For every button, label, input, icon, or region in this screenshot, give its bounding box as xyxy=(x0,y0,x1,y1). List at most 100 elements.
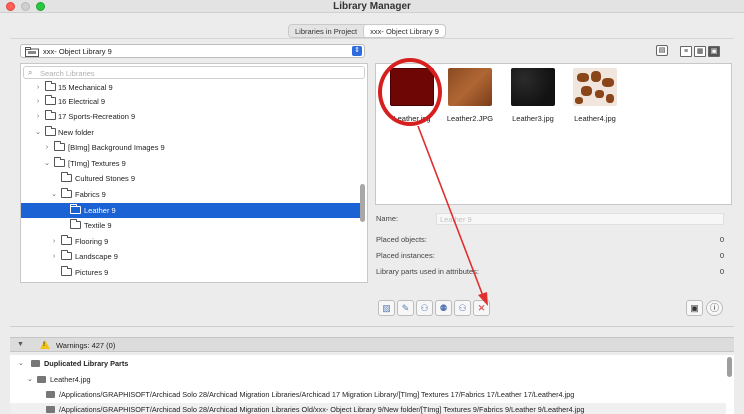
library-select[interactable]: xxx- Object Library 9 ⇕ xyxy=(20,44,365,58)
folder-icon xyxy=(70,219,81,229)
divider xyxy=(10,326,734,327)
detail-label: Placed instances: xyxy=(376,251,435,260)
save-icon[interactable]: ▣ xyxy=(686,300,703,316)
library-select-value: xxx- Object Library 9 xyxy=(43,47,112,56)
info-icon[interactable]: ⓘ xyxy=(706,300,723,316)
tree-item[interactable]: › 15 Mechanical 9 xyxy=(21,80,361,95)
tree-item[interactable]: › Landscape 9 xyxy=(21,249,361,264)
tree-item-selected[interactable]: Leather 9 xyxy=(21,203,361,218)
add-image-icon[interactable]: ▨ xyxy=(378,300,395,316)
library-part-toolbar: ▨ ✎ ⚇ ⚉ ⚇ ✕ xyxy=(378,300,490,316)
list-view-icon[interactable]: ≡ xyxy=(680,46,692,57)
folder-icon xyxy=(54,157,65,167)
preview-view-icon[interactable]: ▣ xyxy=(708,46,720,57)
chevron-right-icon[interactable]: › xyxy=(34,80,42,95)
list-item[interactable]: /Applications/GRAPHISOFT/Archicad Solo 2… xyxy=(10,403,726,414)
tab-bar: Libraries in Project xxx- Object Library… xyxy=(288,24,446,38)
detail-placed-objects-row: Placed objects: 0 xyxy=(376,234,728,246)
tree-item[interactable]: › 17 Sports-Recreation 9 xyxy=(21,109,361,124)
detail-label: Name: xyxy=(376,214,399,223)
library-tree-panel: ⌕ Search Libraries › 15 Mechanical 9 › 1… xyxy=(20,63,368,283)
people-icon[interactable]: ⚉ xyxy=(435,300,452,316)
detail-value: 0 xyxy=(719,235,724,244)
chevron-down-icon[interactable]: ⌄ xyxy=(27,373,33,387)
tree-item-label: Fabrics 9 xyxy=(75,190,106,199)
thumbnail-label: Leather2.JPG xyxy=(446,114,494,123)
chevron-right-icon[interactable]: › xyxy=(34,109,42,124)
folder-icon xyxy=(45,95,56,105)
chevron-down-icon[interactable]: ⌄ xyxy=(50,187,58,202)
name-field[interactable]: Leather 9 xyxy=(436,213,724,225)
tree-item[interactable]: ⌄ Fabrics 9 xyxy=(21,187,361,202)
divider xyxy=(10,38,734,39)
tree-item-label: 17 Sports-Recreation 9 xyxy=(58,112,136,121)
thumbnail-label: Leather3.jpg xyxy=(512,114,554,123)
library-part-icon xyxy=(46,406,55,413)
detail-label: Placed objects: xyxy=(376,235,427,244)
person-add-icon[interactable]: ⚇ xyxy=(416,300,433,316)
folder-icon xyxy=(70,204,81,214)
tree-item-label: Leather 9 xyxy=(84,206,116,215)
thumbnail-leather2[interactable]: Leather2.JPG xyxy=(440,68,500,123)
warnings-count: Warnings: 427 (0) xyxy=(56,341,116,350)
folder-icon xyxy=(61,172,72,182)
tree-item-label: Textile 9 xyxy=(84,221,112,230)
folder-icon xyxy=(54,141,65,151)
tree-item[interactable]: ⌄ [TImg] Textures 9 xyxy=(21,156,361,171)
title-bar: Library Manager xyxy=(0,0,744,13)
edit-image-icon[interactable]: ✎ xyxy=(397,300,414,316)
texture-preview-image xyxy=(448,68,492,106)
chevron-down-icon[interactable]: ⌄ xyxy=(18,357,24,371)
warnings-header[interactable]: ▼ ! Warnings: 427 (0) xyxy=(10,337,734,352)
delete-icon[interactable]: ✕ xyxy=(473,300,490,316)
tree-item[interactable]: ⌄ New folder xyxy=(21,125,361,140)
search-icon: ⌕ xyxy=(28,68,33,77)
tree-item-label: 16 Electrical 9 xyxy=(58,97,106,106)
chevron-right-icon[interactable]: › xyxy=(34,94,42,109)
tree-item[interactable]: › [BImg] Background Images 9 xyxy=(21,140,361,155)
chevron-down-icon[interactable]: ⌄ xyxy=(43,156,51,171)
tree-item-label: Landscape 9 xyxy=(75,252,118,261)
warning-section-label: Duplicated Library Parts xyxy=(44,359,129,368)
tab-libraries-in-project[interactable]: Libraries in Project xyxy=(289,25,363,37)
folder-icon xyxy=(45,81,56,91)
person-remove-icon[interactable]: ⚇ xyxy=(454,300,471,316)
search-field[interactable]: ⌕ Search Libraries xyxy=(23,66,365,79)
detail-attributes-row: Library parts used in attributes: 0 xyxy=(376,266,728,278)
tree-item[interactable]: › Flooring 9 xyxy=(21,234,361,249)
detail-placed-instances-row: Placed instances: 0 xyxy=(376,250,728,262)
tree-item[interactable]: Pictures 9 xyxy=(21,265,361,280)
thumbnail-leather4[interactable]: Leather4.jpg xyxy=(565,68,625,123)
folder-icon xyxy=(61,235,72,245)
list-item[interactable]: ⌄ Duplicated Library Parts xyxy=(10,357,726,371)
tree-item-label: [TImg] Textures 9 xyxy=(68,159,126,168)
chevron-updown-icon[interactable]: ⇕ xyxy=(352,46,362,56)
chevron-right-icon[interactable]: › xyxy=(50,249,58,264)
library-part-icon xyxy=(37,376,46,383)
tree-item-label: 15 Mechanical 9 xyxy=(58,83,113,92)
library-manager-window: Library Manager Libraries in Project xxx… xyxy=(0,0,744,414)
tab-object-library[interactable]: xxx- Object Library 9 xyxy=(363,25,445,37)
folder-icon xyxy=(61,188,72,198)
thumbnail-leather3[interactable]: Leather3.jpg xyxy=(503,68,563,123)
list-item[interactable]: ⌄ Leather4.jpg xyxy=(10,373,726,387)
annotation-circle xyxy=(378,58,442,126)
library-settings-icon[interactable]: ▤ xyxy=(656,45,668,56)
tree-item[interactable]: › 16 Electrical 9 xyxy=(21,94,361,109)
chevron-down-icon[interactable]: ▼ xyxy=(17,341,24,348)
tree-item-label: [BImg] Background Images 9 xyxy=(68,143,165,152)
warnings-scrollbar[interactable] xyxy=(727,357,732,377)
warning-icon xyxy=(40,340,50,349)
thumbnail-label: Leather4.jpg xyxy=(574,114,616,123)
warning-mark: ! xyxy=(43,342,45,348)
tree-item[interactable]: Cultured Stones 9 xyxy=(21,171,361,186)
list-item[interactable]: /Applications/GRAPHISOFT/Archicad Solo 2… xyxy=(10,388,726,402)
tree-item[interactable]: Textile 9 xyxy=(21,218,361,233)
chevron-right-icon[interactable]: › xyxy=(50,234,58,249)
tree-item-label: Flooring 9 xyxy=(75,237,109,246)
chevron-right-icon[interactable]: › xyxy=(43,140,51,155)
grid-view-icon[interactable]: ▦ xyxy=(694,46,706,57)
library-part-icon xyxy=(46,391,55,398)
tree-scrollbar[interactable] xyxy=(360,184,365,222)
chevron-down-icon[interactable]: ⌄ xyxy=(34,125,42,140)
